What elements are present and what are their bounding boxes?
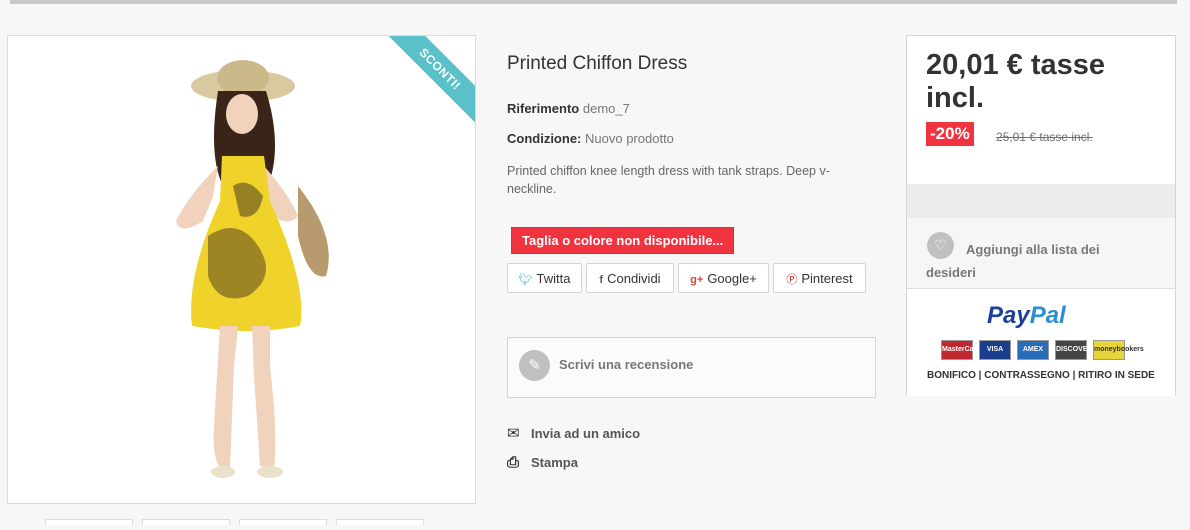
moneybookers-logo: moneybookers	[1093, 340, 1144, 360]
send-to-friend-link[interactable]: ✉ Invia ad un amico	[507, 424, 640, 442]
google-plus-icon: g+	[690, 274, 704, 286]
add-to-wishlist-button[interactable]: ♡ Aggiungi alla lista dei desideri	[907, 226, 1175, 288]
thumbnail[interactable]	[239, 519, 327, 525]
amex-logo: AMEX	[1017, 340, 1049, 360]
thumbnail[interactable]	[336, 519, 424, 525]
visa-logo: VISA	[979, 340, 1011, 360]
write-review-button[interactable]: ✎ Scrivi una recensione	[507, 337, 876, 398]
availability-warning: Taglia o colore non disponibile...	[511, 227, 735, 254]
reference-value: demo_7	[582, 101, 630, 116]
condition-line: Condizione: Nuovo prodotto	[507, 131, 674, 146]
print-label: Stampa	[531, 455, 578, 470]
top-divider	[10, 0, 1177, 4]
pinterest-icon: Ⓟ	[786, 274, 798, 286]
reference-line: Riferimento demo_7	[507, 101, 630, 116]
pencil-icon: ✎	[519, 350, 550, 381]
payment-methods-text: BONIFICO | CONTRASSEGNO | RITIRO IN SEDE	[927, 370, 1155, 381]
share-label: Google+	[707, 271, 757, 286]
product-image-frame[interactable]: SCONTI!	[7, 35, 476, 504]
old-price: 25,01 € tasse incl.	[996, 130, 1093, 144]
product-title: Printed Chiffon Dress	[507, 53, 688, 74]
printer-icon: ⎙	[507, 454, 520, 471]
thumbnail[interactable]	[142, 519, 230, 525]
thumbnail-strip[interactable]	[45, 512, 445, 525]
wishlist-label: Aggiungi alla lista dei desideri	[926, 242, 1100, 280]
share-label: Pinterest	[801, 271, 853, 286]
price-box: 20,01 € tasse incl. -20% 25,01 € tasse i…	[906, 35, 1176, 396]
mastercard-logo: MasterCard	[941, 340, 981, 360]
paypal-logo: PayPal	[987, 302, 1066, 329]
price-area: 20,01 € tasse incl. -20% 25,01 € tasse i…	[907, 36, 1175, 184]
envelope-icon: ✉	[507, 425, 520, 442]
share-label: Twitta	[536, 271, 571, 286]
product-description: Printed chiffon knee length dress with t…	[507, 164, 830, 196]
discover-logo: DISCOVER	[1055, 340, 1093, 360]
print-link[interactable]: ⎙ Stampa	[507, 454, 578, 471]
share-google-plus-button[interactable]: g+ Google+	[678, 263, 769, 293]
product-photo	[176, 60, 329, 478]
share-facebook-button[interactable]: f Condividi	[586, 263, 674, 293]
thumbnail[interactable]	[45, 519, 133, 525]
write-review-label: Scrivi una recensione	[559, 357, 694, 372]
share-twitter-button[interactable]: 🐦︎ Twitta	[507, 263, 582, 293]
share-pinterest-button[interactable]: Ⓟ Pinterest	[773, 263, 866, 293]
price-divider	[907, 184, 1175, 218]
payment-methods-panel: PayPal MasterCard VISA AMEX DISCOVERmoneybo…	[907, 288, 1175, 396]
send-to-friend-label: Invia ad un amico	[531, 426, 641, 441]
twitter-icon: 🐦︎	[518, 274, 533, 286]
condition-label: Condizione:	[507, 131, 582, 146]
discount-badge: -20%	[926, 122, 974, 146]
current-price: 20,01 € tasse incl.	[926, 49, 1105, 114]
card-logos: MasterCard VISA AMEX DISCOVERmoneybookers	[941, 338, 1144, 360]
share-label: Condividi	[607, 271, 661, 286]
reference-label: Riferimento	[507, 101, 580, 116]
condition-value: Nuovo prodotto	[585, 131, 674, 146]
facebook-icon: f	[599, 274, 604, 286]
